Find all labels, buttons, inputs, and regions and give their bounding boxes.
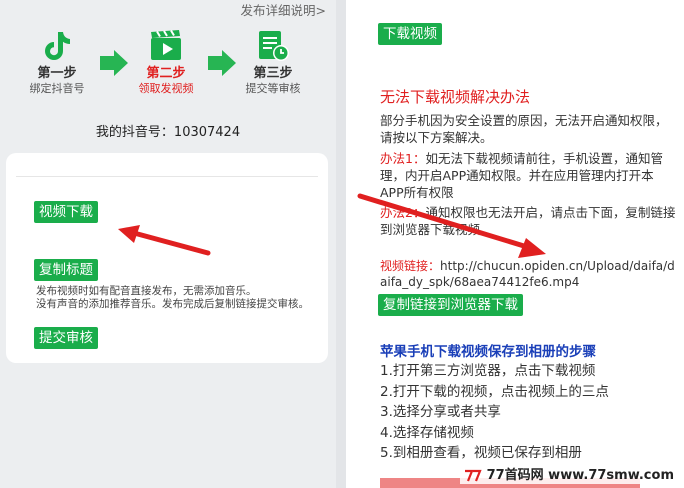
apple-steps-list: 1.打开第三方浏览器，点击下载视频 2.打开下载的视频，点击视频上的三点 3.选… — [380, 361, 609, 464]
step-1: 第一步 绑定抖音号 — [15, 28, 99, 96]
step-3-subtitle: 提交等审核 — [245, 82, 301, 95]
publish-note-line-1: 发布视频时如有配音直接发布，无需添加音乐。 — [36, 285, 257, 297]
copy-title-button[interactable]: 复制标题 — [34, 259, 98, 281]
apple-steps-title: 苹果手机下载视频保存到相册的步骤 — [380, 344, 596, 360]
download-video-button[interactable]: 下载视频 — [378, 23, 442, 45]
publish-note-line-2: 没有声音的添加推荐音乐。发布完成后复制链接提交审核。 — [36, 298, 309, 310]
douyin-id-label: 我的抖音号： — [95, 125, 174, 140]
watermark: 77首码网 www.77smw.com — [460, 463, 678, 484]
tiktok-icon — [39, 28, 75, 64]
list-item: 2.打开下载的视频，点击视频上的三点 — [380, 383, 609, 400]
douyin-id-value: 10307424 — [173, 125, 241, 140]
step-2-title: 第二步 — [146, 66, 186, 81]
list-item: 4.选择存储视频 — [380, 424, 474, 441]
method-2-label: 办法2： — [380, 205, 426, 220]
submit-review-button[interactable]: 提交审核 — [34, 327, 98, 349]
step-1-title: 第一步 — [37, 66, 77, 81]
copy-link-button[interactable]: 复制链接到浏览器下载 — [378, 294, 523, 316]
list-item: 3.选择分享或者共享 — [380, 404, 501, 420]
right-panel: 下载视频 无法下载视频解决办法 部分手机因为安全设置的原因，无法开启通知权限，请… — [346, 0, 684, 488]
step-3-title: 第三步 — [253, 66, 293, 81]
step-2-subtitle: 领取发视频 — [138, 82, 194, 95]
douyin-id: 我的抖音号：10307424 — [0, 121, 336, 140]
video-link: 视频链接：http://chucun.opiden.cn/Upload/daif… — [380, 258, 680, 290]
left-panel: 发布详细说明> 第一步 绑定抖音号 第二步 领取发视频 第三步 提交等审核 我的… — [0, 0, 336, 488]
video-link-label: 视频链接： — [380, 259, 441, 273]
list-item: 5.到相册查看，视频已保存到相册 — [380, 445, 582, 461]
divider — [16, 176, 318, 177]
video-download-button[interactable]: 视频下载 — [34, 201, 98, 223]
site-logo-icon — [465, 469, 482, 481]
method-1: 办法1：如无法下载视频请前往，手机设置，通知管理，内开启APP通知权限。并在应用… — [380, 150, 676, 201]
solution-title: 无法下载视频解决办法 — [380, 88, 531, 106]
method-1-label: 办法1： — [380, 151, 426, 166]
watermark-text: 77首码网 www.77smw.com — [486, 468, 674, 483]
review-icon — [255, 28, 291, 64]
method-2-text: 通知权限也无法开启，请点击下面，复制链接到浏览器下载视频 — [380, 205, 676, 237]
publish-help-link[interactable]: 发布详细说明> — [241, 0, 326, 19]
solution-intro: 部分手机因为安全设置的原因，无法开启通知权限，请按以下方案解决。 — [380, 113, 668, 145]
panel-divider — [336, 0, 346, 488]
step-2: 第二步 领取发视频 — [124, 28, 208, 96]
step-3: 第三步 提交等审核 — [231, 28, 315, 96]
task-card: 视频下载 复制标题 发布视频时如有配音直接发布，无需添加音乐。 没有声音的添加推… — [6, 153, 328, 363]
video-clapper-icon — [148, 28, 184, 64]
step-1-subtitle: 绑定抖音号 — [29, 82, 85, 95]
method-2: 办法2：通知权限也无法开启，请点击下面，复制链接到浏览器下载视频 — [380, 204, 676, 238]
list-item: 1.打开第三方浏览器，点击下载视频 — [380, 363, 596, 379]
